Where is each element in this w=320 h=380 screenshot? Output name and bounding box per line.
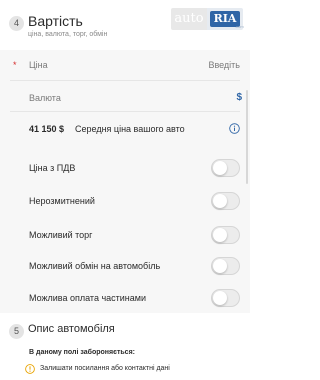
toggle-knob: [213, 194, 227, 208]
option-label: Нерозмитнений: [29, 196, 95, 206]
rule-item: Залишати посилання або контактні дані: [25, 362, 245, 376]
bargain-toggle[interactable]: [211, 226, 240, 244]
info-icon[interactable]: [229, 123, 240, 134]
logo-suffix: .com: [235, 24, 244, 29]
section-subtitle: ціна, валюта, торг, обмін: [28, 31, 108, 38]
price-label: Ціна: [29, 60, 48, 70]
exchange-toggle[interactable]: [211, 257, 240, 275]
option-row[interactable]: Нерозмитнений: [0, 190, 250, 212]
toggle-knob: [213, 259, 227, 273]
toggle-knob: [213, 291, 227, 305]
option-row[interactable]: Ціна з ПДВ: [0, 157, 250, 179]
option-row[interactable]: Можливий обмін на автомобіль: [0, 255, 250, 277]
option-label: Можливий обмін на автомобіль: [29, 261, 161, 271]
warning-icon: [25, 364, 35, 374]
description-section-title: Опис автомобіля: [28, 323, 115, 335]
option-label: Ціна з ПДВ: [29, 163, 76, 173]
rule-text: Залишати посилання або контактні дані: [40, 365, 170, 372]
price-divider: [10, 80, 240, 81]
logo-auto-text: auto: [171, 8, 207, 30]
average-price-value: 41 150 $: [29, 124, 65, 134]
step-number-badge: 5: [9, 324, 24, 339]
price-section-header: 4 Вартість ціна, валюта, торг, обмін aut…: [0, 0, 250, 48]
option-row[interactable]: Можливий торг: [0, 224, 250, 246]
toggle-knob: [213, 161, 227, 175]
section-title: Вартість: [28, 13, 83, 29]
forbidden-heading: В даному полі забороняється:: [29, 349, 135, 356]
step-number-badge: 4: [9, 16, 24, 31]
required-mark: *: [13, 60, 17, 70]
average-price-row: 41 150 $ Середня ціна вашого авто: [0, 118, 250, 140]
price-row: * Ціна: [0, 53, 250, 79]
currency-label: Валюта: [29, 93, 61, 103]
vat-toggle[interactable]: [211, 159, 240, 177]
autoria-logo: auto RIA .com: [171, 8, 244, 30]
currency-divider: [10, 111, 240, 112]
currency-row[interactable]: Валюта $: [0, 86, 250, 110]
not-cleared-toggle[interactable]: [211, 192, 240, 210]
option-row[interactable]: Можлива оплата частинами: [0, 287, 250, 309]
option-label: Можлива оплата частинами: [29, 293, 146, 303]
price-input[interactable]: [150, 56, 240, 74]
average-price-text: Середня ціна вашого авто: [75, 124, 185, 134]
installments-toggle[interactable]: [211, 289, 240, 307]
currency-selector[interactable]: $: [228, 92, 242, 103]
toggle-knob: [213, 228, 227, 242]
option-label: Можливий торг: [29, 230, 93, 240]
